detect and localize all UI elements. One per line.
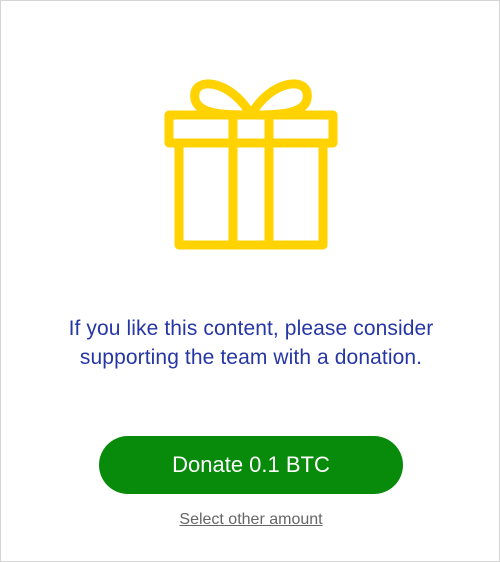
donate-button[interactable]: Donate 0.1 BTC <box>99 436 403 494</box>
gift-icon <box>161 73 341 253</box>
donation-card: If you like this content, please conside… <box>0 0 500 562</box>
donation-message: If you like this content, please conside… <box>68 317 434 369</box>
select-other-amount-link[interactable]: Select other amount <box>1 511 500 529</box>
